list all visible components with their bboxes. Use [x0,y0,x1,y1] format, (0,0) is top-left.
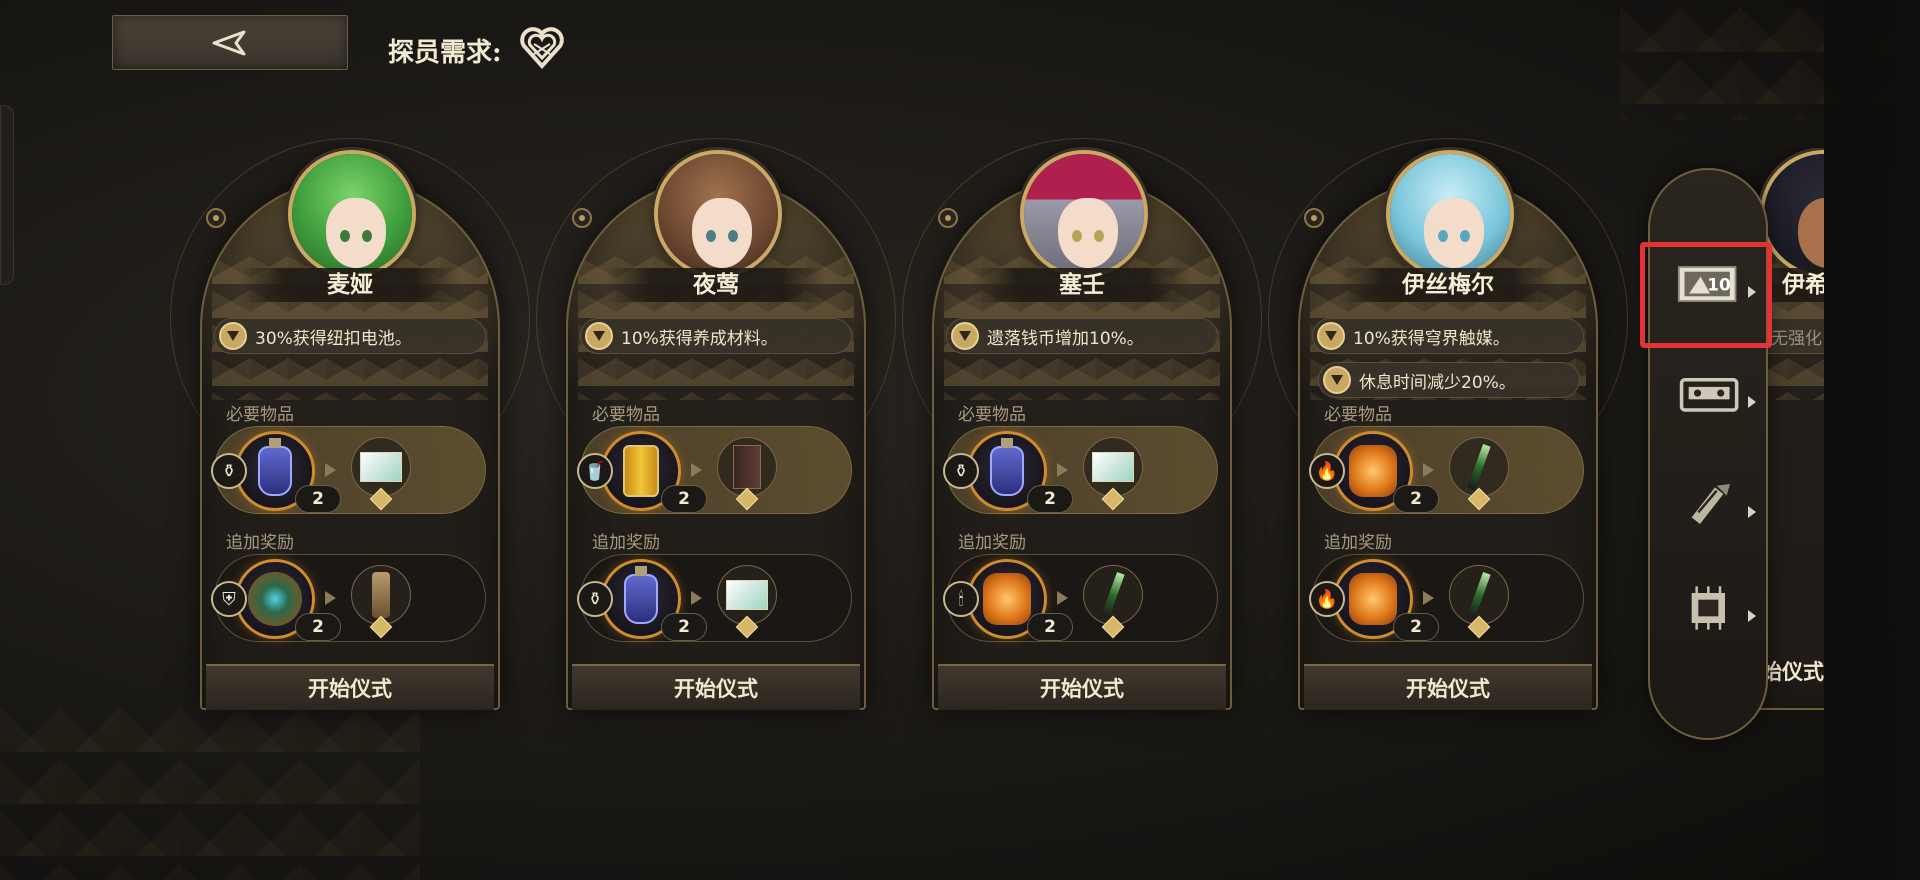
required-items-label: 必要物品 [958,405,1026,425]
item-count: 2 [1027,613,1073,641]
orbit-dot [1304,208,1324,228]
trait-icon [1323,366,1351,394]
item-count: 2 [295,613,341,641]
arrow-icon [1423,591,1434,605]
trait-text: 10%获得养成材料。 [621,328,778,349]
flame-icon: 🔥 [1309,581,1345,617]
flame-icon: 🔥 [1309,453,1345,489]
requirement-label: 探员需求: [388,38,502,68]
tool-icon [1691,484,1730,524]
back-arrow-icon [212,30,246,55]
trait-icon [585,322,613,350]
item-count: 2 [295,485,341,513]
trait-text: 休息时间减少20%。 [1359,372,1516,393]
left-edge-tab[interactable] [0,105,14,285]
character-name: 夜莺 [606,268,826,302]
right-edge-shade [1824,0,1920,880]
arrow-icon [691,463,702,477]
bonus-items-row[interactable]: 🔥 2 [1309,554,1584,642]
character-name: 伊丝梅尔 [1338,268,1558,302]
bonus-label: 追加奖励 [1324,533,1392,553]
chip-icon [1691,586,1725,630]
character-name: 塞壬 [972,268,1192,302]
trait-pill: 30%获得纽扣电池。 [214,318,486,354]
trait-pill: 遗落钱币增加10%。 [946,318,1218,354]
required-items-row[interactable]: 🥤 2 [577,426,852,514]
candle-icon: 🕯 [943,581,979,617]
heart-emblem-icon[interactable] [518,24,566,70]
filter-chip[interactable] [1674,580,1756,636]
bottle-icon: ⚱ [943,453,979,489]
background-pattern [0,700,420,880]
bonus-label: 追加奖励 [592,533,660,553]
bonus-items-row[interactable]: 🕯 2 [943,554,1218,642]
arrow-icon [1423,463,1434,477]
trait-pill: 10%获得穹界触媒。 [1312,318,1584,354]
start-ritual-button[interactable]: 开始仪式 [572,664,860,710]
avatar[interactable] [1386,150,1514,278]
character-card[interactable]: 夜莺 10%获得养成材料。 必要物品 🥤 2 追加奖励 ⚱ 2 开始仪式 [536,138,896,710]
bonus-label: 追加奖励 [958,533,1026,553]
trait-icon [951,322,979,350]
required-items-row[interactable]: ⚱ 2 [211,426,486,514]
required-items-row[interactable]: 🔥 2 [1309,426,1584,514]
bottle-icon: ⚱ [577,581,613,617]
character-card[interactable]: 伊丝梅尔 10%获得穹界触媒。 休息时间减少20%。 必要物品 🔥 2 追加奖励… [1268,138,1628,710]
arrow-icon [325,463,336,477]
arrow-icon [325,591,336,605]
bonus-items-row[interactable]: ⛨ 2 [211,554,486,642]
arrow-icon [1057,591,1068,605]
trait-text: 30%获得纽扣电池。 [255,328,412,349]
character-card[interactable]: 塞壬 遗落钱币增加10%。 必要物品 ⚱ 2 追加奖励 🕯 2 开始仪式 [902,138,1262,710]
filter-cassette[interactable] [1674,366,1756,422]
item-count: 2 [661,613,707,641]
shield-icon: ⛨ [211,581,247,617]
required-items-row[interactable]: ⚱ 2 [943,426,1218,514]
avatar[interactable] [1020,150,1148,278]
item-count: 2 [1027,485,1073,513]
item-count: 2 [1393,613,1439,641]
item-count: 2 [661,485,707,513]
arrow-icon [1057,463,1068,477]
required-items-label: 必要物品 [226,405,294,425]
start-ritual-button[interactable]: 开始仪式 [938,664,1226,710]
character-name: 麦娅 [240,268,460,302]
cup-icon: 🥤 [577,453,613,489]
back-button[interactable] [112,15,348,70]
bonus-items-row[interactable]: ⚱ 2 [577,554,852,642]
cassette-icon [1679,378,1739,412]
orbit-dot [572,208,592,228]
start-ritual-button[interactable]: 开始仪式 [206,664,494,710]
filter-tool[interactable] [1674,476,1756,532]
required-items-label: 必要物品 [592,405,660,425]
item-count: 2 [1393,485,1439,513]
orbit-dot [206,208,226,228]
trait-pill: 休息时间减少20%。 [1318,362,1580,398]
avatar[interactable] [654,150,782,278]
trait-icon [1317,322,1345,350]
avatar[interactable] [288,150,416,278]
selection-highlight [1640,242,1772,348]
orbit-dot [938,208,958,228]
trait-text: 遗落钱币增加10%。 [987,328,1144,349]
start-ritual-button[interactable]: 开始仪式 [1304,664,1592,710]
bottle-icon: ⚱ [211,453,247,489]
required-items-label: 必要物品 [1324,405,1392,425]
trait-text: 10%获得穹界触媒。 [1353,328,1510,349]
trait-icon [219,322,247,350]
arrow-icon [691,591,702,605]
bonus-label: 追加奖励 [226,533,294,553]
character-card[interactable]: 麦娅 30%获得纽扣电池。 必要物品 ⚱ 2 追加奖励 ⛨ 2 开始仪式 [170,138,530,710]
trait-pill: 10%获得养成材料。 [580,318,852,354]
